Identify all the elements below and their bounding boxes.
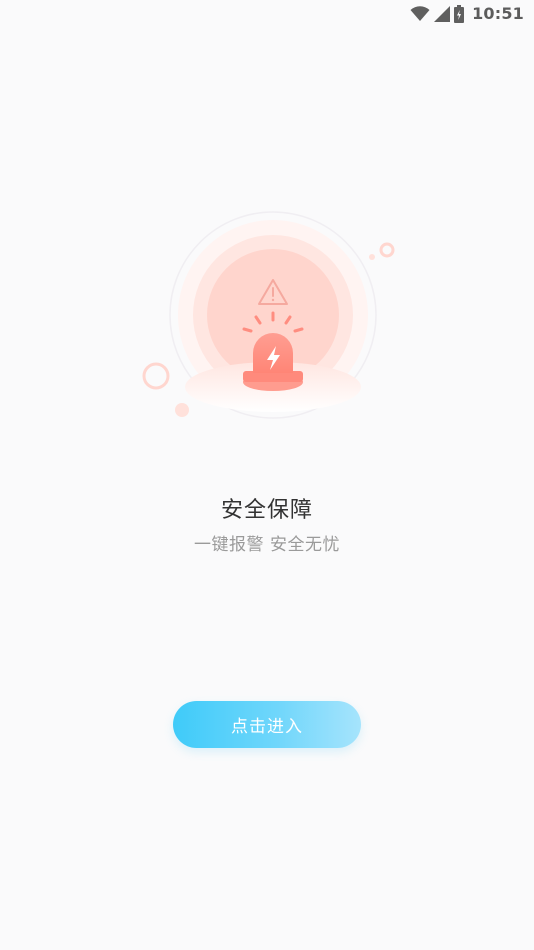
wifi-icon [410, 5, 430, 22]
alarm-illustration [130, 205, 405, 435]
signal-icon [434, 5, 451, 22]
status-bar: 10:51 [0, 0, 534, 28]
status-icons: 10:51 [410, 4, 524, 23]
enter-button[interactable]: 点击进入 [173, 701, 361, 748]
page-title: 安全保障 [220, 498, 313, 523]
status-time: 10:51 [472, 4, 524, 23]
page-subtitle: 一键报警 安全无忧 [194, 535, 340, 555]
splash-screen: 10:51 安全保障 一键报警 安全无忧 点击进入 [0, 0, 534, 950]
battery-icon [454, 4, 465, 23]
